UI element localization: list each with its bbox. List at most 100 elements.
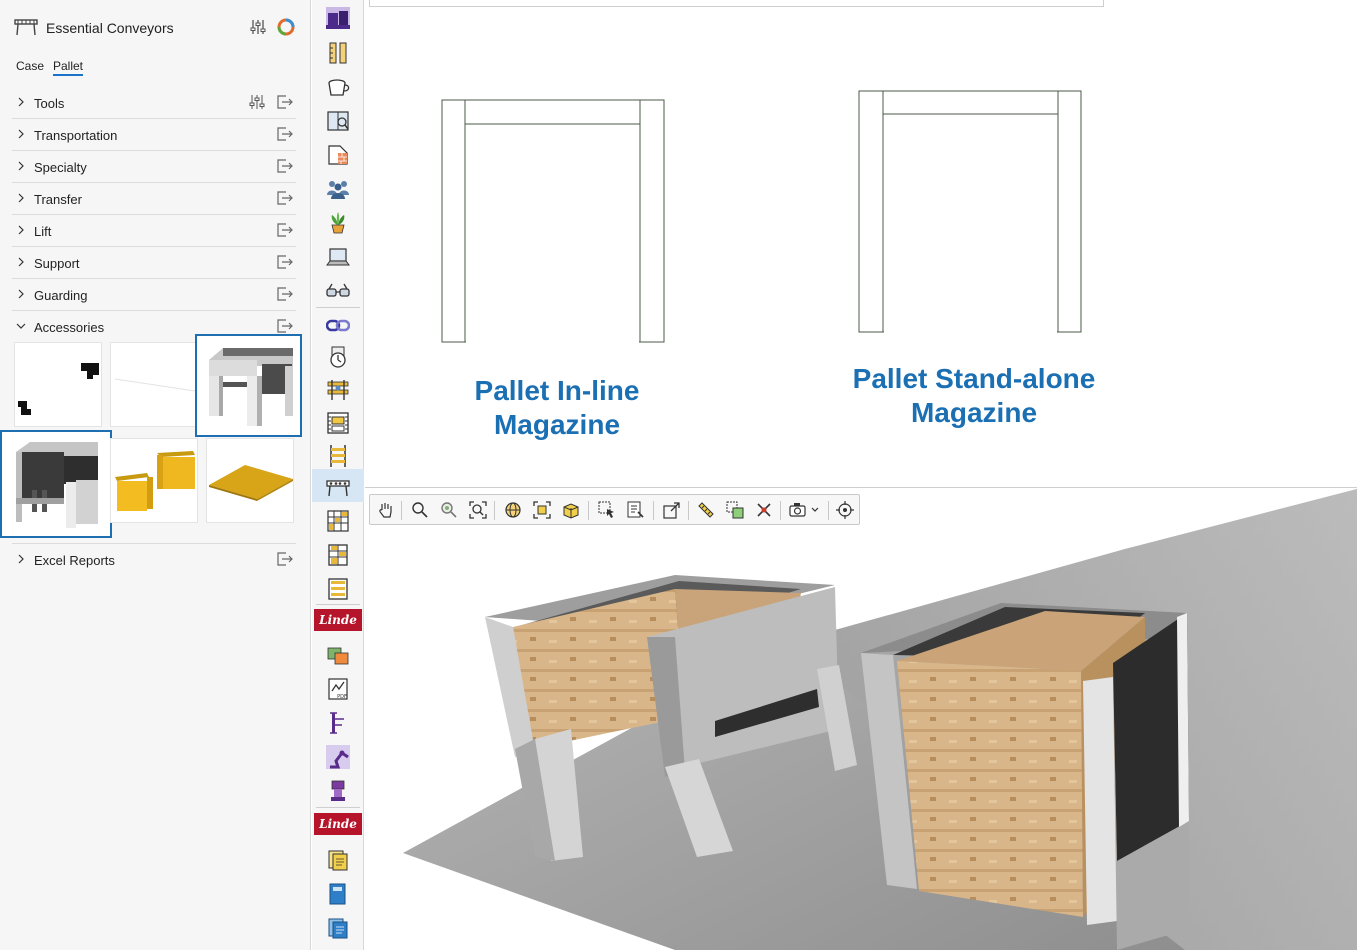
delete-icon[interactable] (754, 500, 774, 520)
section-label: Transportation (34, 128, 118, 143)
toolbar-button-purple-boxes[interactable] (312, 1, 364, 34)
section-guarding[interactable]: Guarding (12, 279, 296, 311)
plant-icon (331, 212, 345, 234)
catalog-panel: Essential Conveyors Case Pallet Tools Tr… (0, 0, 311, 950)
accessory-thumbnail-brackets[interactable] (14, 342, 102, 427)
section-label: Support (34, 256, 80, 271)
open-external-icon[interactable] (276, 127, 294, 141)
toolbar-button-conveyor[interactable] (312, 469, 364, 502)
open-external-icon[interactable] (276, 287, 294, 301)
toolbar-button-blue-pages[interactable] (312, 910, 364, 943)
section-specialty[interactable]: Specialty (12, 151, 296, 183)
copy-icon[interactable] (725, 500, 745, 520)
toolbar-button-rack[interactable] (312, 372, 364, 405)
shelf-grid-icon (327, 510, 349, 532)
pdf-report-icon: PDF (328, 678, 348, 700)
toolbar-button-linde[interactable]: Linde (312, 604, 364, 637)
color-wheel-icon[interactable] (277, 18, 295, 36)
frame-icon[interactable] (532, 500, 552, 520)
select-icon[interactable] (597, 500, 617, 520)
toolbar-button-yellow-pages[interactable] (312, 842, 364, 875)
toolbar-button-ladder[interactable] (312, 438, 364, 471)
accessory-thumbnail-yellow-guards[interactable] (110, 438, 198, 523)
toolbar-separator (688, 501, 689, 520)
toolbar-separator (588, 501, 589, 520)
box-view-icon[interactable] (561, 500, 581, 520)
standalone-label-line2: Magazine (910, 397, 1038, 428)
svg-text:Linde: Linde (318, 613, 357, 627)
accessory-thumbnail-inline-magazine[interactable] (0, 430, 112, 538)
toolbar-button-glasses[interactable] (312, 273, 364, 306)
tab-case[interactable]: Case (16, 59, 44, 73)
toolbar-button-shelf[interactable] (312, 537, 364, 570)
drawing-view[interactable]: Pallet In-line Magazine Pallet Stand-alo… (365, 0, 1357, 488)
open-external-icon[interactable] (276, 255, 294, 269)
toolbar-button-blue-book[interactable] (312, 876, 364, 909)
toolbar-button-pdf[interactable]: PDF (312, 671, 364, 704)
open-external-icon[interactable] (276, 95, 294, 109)
zoom-icon[interactable] (410, 500, 430, 520)
toolbar-button-layers[interactable] (312, 638, 364, 671)
black-brackets-icon (18, 363, 99, 415)
3d-scene (403, 489, 1357, 950)
globe-icon[interactable] (503, 500, 523, 520)
tab-pallet[interactable]: Pallet (53, 59, 84, 76)
toolbar-button-beam[interactable] (312, 705, 364, 738)
open-external-icon[interactable] (276, 159, 294, 173)
open-external-icon[interactable] (276, 552, 294, 566)
panel-title: Essential Conveyors (46, 20, 174, 36)
linde-logo-icon: Linde (314, 609, 362, 631)
toolbar-button-people[interactable] (312, 171, 364, 204)
toolbar-button-robot-arm[interactable] (312, 739, 364, 772)
toolbar-button-linde-2[interactable]: Linde (312, 808, 364, 841)
hand-icon[interactable] (376, 500, 396, 520)
section-tools[interactable]: Tools (12, 87, 296, 119)
toolbar-separator (494, 501, 495, 520)
open-external-icon[interactable] (276, 319, 294, 333)
inline-magazine-label: Pallet In-line Magazine (457, 374, 657, 442)
toolbar-button-plant[interactable] (312, 205, 364, 238)
open-external-icon[interactable] (276, 223, 294, 237)
section-transfer[interactable]: Transfer (12, 183, 296, 215)
toolbar-button-laptop[interactable] (312, 239, 364, 272)
conveyor-logo-icon (14, 19, 38, 36)
section-lift[interactable]: Lift (12, 215, 296, 247)
layers-icon (327, 647, 349, 665)
zoom-fit-icon[interactable] (468, 500, 488, 520)
toolbar-button-shelf-grid[interactable] (312, 503, 364, 536)
chevron-right-icon (18, 129, 24, 139)
toolbar-button-cup[interactable] (312, 69, 364, 102)
section-excel-reports[interactable]: Excel Reports (12, 543, 296, 575)
accessory-thumbnail-blank[interactable] (110, 342, 198, 427)
section-label: Specialty (34, 160, 87, 175)
ladder-icon (330, 445, 346, 467)
section-support[interactable]: Support (12, 247, 296, 279)
toolbar-button-wall[interactable] (312, 137, 364, 170)
settings-sliders-icon[interactable] (248, 94, 266, 110)
toolbar-button-timer[interactable] (312, 339, 364, 372)
toolbar-button-film[interactable] (312, 405, 364, 438)
3d-viewport[interactable] (365, 489, 1357, 950)
section-transportation[interactable]: Transportation (12, 119, 296, 151)
settings-sliders-icon[interactable] (249, 18, 267, 36)
section-label: Excel Reports (34, 553, 115, 568)
zoom-in-icon[interactable] (439, 500, 459, 520)
toolbar-button-shelf-stack[interactable] (312, 571, 364, 604)
expand-icon[interactable] (662, 500, 682, 520)
camera-icon[interactable] (788, 500, 824, 520)
toolbar-button-book[interactable] (312, 103, 364, 136)
station-icon (331, 780, 345, 801)
measure-icon[interactable] (696, 500, 716, 520)
toolbar-button-ruler[interactable] (312, 35, 364, 68)
properties-icon[interactable] (626, 500, 646, 520)
chain-icon (326, 319, 350, 332)
robot-arm-icon (326, 745, 350, 769)
standalone-magazine-label: Pallet Stand-alone Magazine (834, 362, 1114, 430)
toolbar-button-chain[interactable] (312, 308, 364, 341)
accessory-thumbnail-yellow-plate[interactable] (206, 438, 294, 523)
toolbar-button-station[interactable] (312, 773, 364, 806)
open-external-icon[interactable] (276, 191, 294, 205)
accessory-thumbnail-standalone-magazine[interactable] (195, 334, 302, 437)
target-icon[interactable] (835, 500, 855, 520)
thin-line-icon (114, 378, 196, 392)
